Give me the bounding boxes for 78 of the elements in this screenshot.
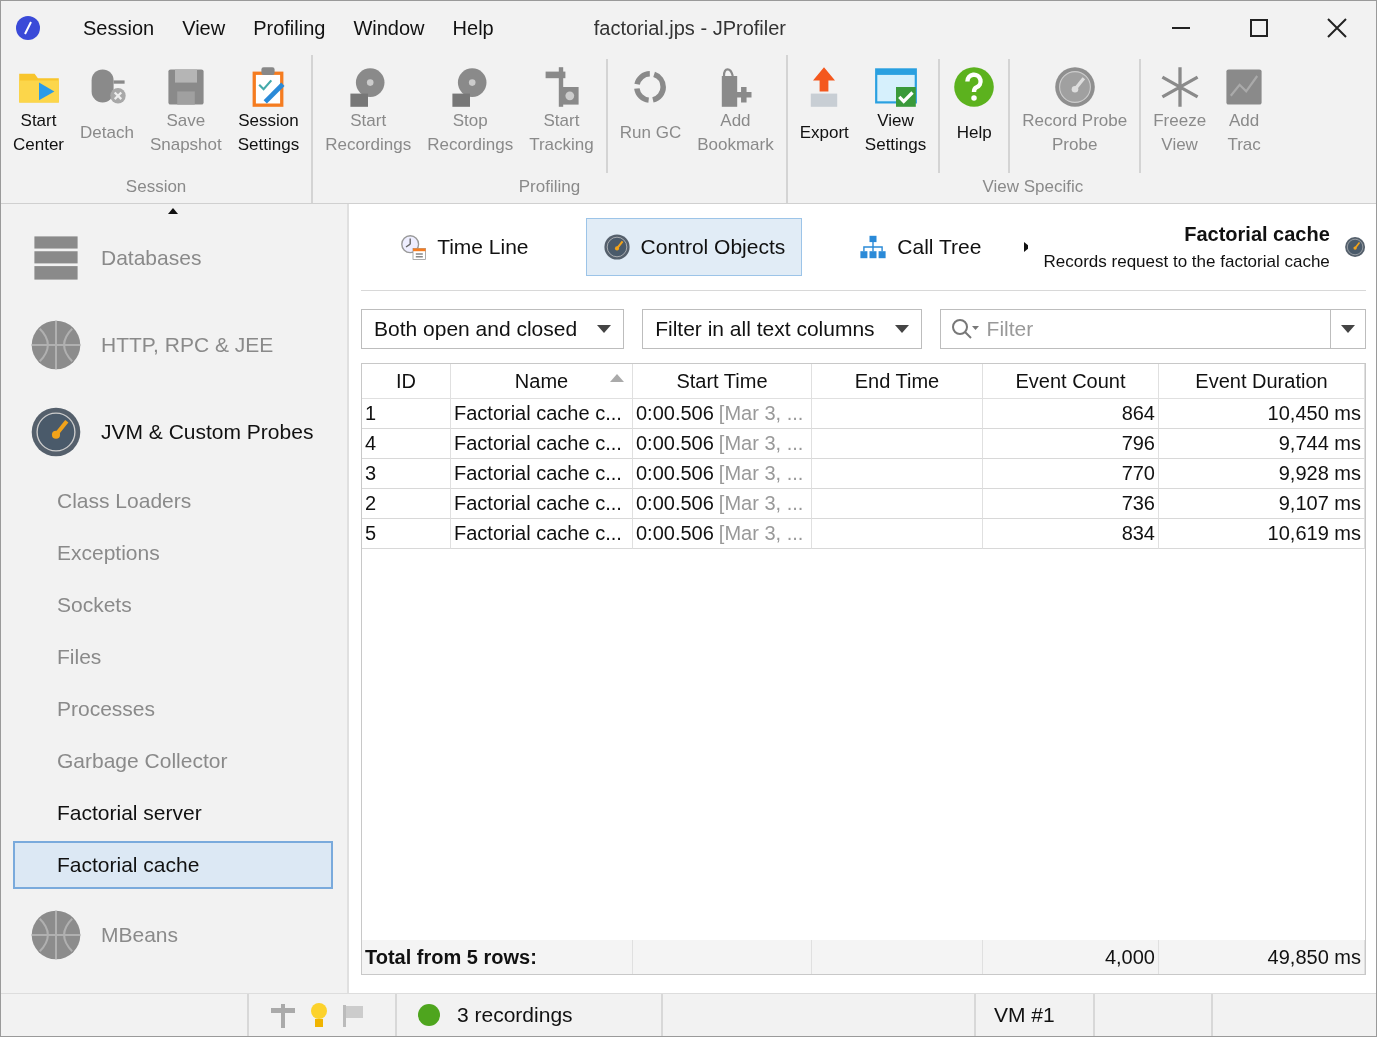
gauge-icon xyxy=(602,233,631,261)
menu-item[interactable]: Window xyxy=(339,16,439,40)
table-cell: 2 xyxy=(362,489,451,519)
table-cell: 4 xyxy=(362,429,451,459)
column-header[interactable]: Event Count xyxy=(983,364,1159,399)
caret-icon xyxy=(597,325,612,333)
table-cell: 0:00.506 [Mar 3, ... xyxy=(633,429,812,459)
app-logo-icon xyxy=(15,15,41,41)
close-icon[interactable] xyxy=(1327,18,1347,38)
table-cell: Factorial cache c... xyxy=(451,429,633,459)
group-label: Session xyxy=(124,177,188,198)
caret-icon xyxy=(1341,325,1355,333)
table-cell: 864 xyxy=(983,399,1159,429)
menu-item[interactable]: Session xyxy=(69,16,169,40)
column-header[interactable]: Event Duration xyxy=(1159,364,1365,399)
menu-item[interactable]: Help xyxy=(438,16,508,40)
table-cell: 0:00.506 [Mar 3, ... xyxy=(633,519,812,549)
column-header[interactable]: Name xyxy=(451,364,633,399)
help-icon xyxy=(952,65,997,109)
table-cell: 0:00.506 [Mar 3, ... xyxy=(633,399,812,429)
caret-icon xyxy=(894,325,909,333)
window-title: factorial.jps - JProfiler xyxy=(593,16,787,40)
table-cell: Factorial cache c... xyxy=(451,399,633,429)
caret-icon[interactable] xyxy=(1024,242,1028,252)
table-cell: 10,450 ms xyxy=(1159,399,1365,429)
table-cell: Factorial cache c... xyxy=(451,489,633,519)
probe-description: Records request to the factorial cache xyxy=(1043,251,1330,272)
toolbar-button[interactable]: Start Center xyxy=(5,59,73,173)
total-label: Total from 5 rows: xyxy=(362,940,633,974)
vm-label: VM #1 xyxy=(994,1003,1055,1027)
gauge-icon xyxy=(1052,65,1097,109)
table-cell: 796 xyxy=(983,429,1159,459)
total-cell: 4,000 xyxy=(983,940,1159,974)
sidebar-category[interactable]: JVM & Custom Probes xyxy=(13,388,333,475)
toolbar-button[interactable]: View Settings xyxy=(856,59,935,173)
table-cell: 770 xyxy=(983,459,1159,489)
table-cell: 5 xyxy=(362,519,451,549)
column-header[interactable]: End Time xyxy=(812,364,983,399)
toolbar-button[interactable]: Export xyxy=(791,59,857,173)
table-cell: 834 xyxy=(983,519,1159,549)
view-tab[interactable]: Call Tree xyxy=(842,218,999,276)
table-cell: 736 xyxy=(983,489,1159,519)
table-cell: 9,107 ms xyxy=(1159,489,1365,519)
state-dropdown[interactable]: Both open and closed xyxy=(361,309,625,349)
search-icon xyxy=(950,318,981,340)
table-cell: 3 xyxy=(362,459,451,489)
scroll-up-icon[interactable] xyxy=(168,208,178,214)
toolbar-button[interactable]: Help xyxy=(944,59,1005,173)
group-label: View Specific xyxy=(981,177,1085,198)
menu-item[interactable]: Profiling xyxy=(239,16,340,40)
table-cell: Factorial cache c... xyxy=(451,519,633,549)
sidebar-item[interactable]: Factorial server xyxy=(13,789,333,837)
clock-calendar-icon xyxy=(399,233,428,261)
sort-ascending-icon xyxy=(610,374,624,382)
status-dot-icon xyxy=(417,1003,441,1027)
sidebar-item[interactable]: Factorial cache xyxy=(13,841,333,889)
recordings-count: 3 recordings xyxy=(457,1003,573,1027)
total-cell: 49,850 ms xyxy=(1159,940,1365,974)
table-cell: 9,744 ms xyxy=(1159,429,1365,459)
table-cell: 10,619 ms xyxy=(1159,519,1365,549)
table-cell: 1 xyxy=(362,399,451,429)
hierarchy-icon xyxy=(859,233,888,261)
view-tab[interactable]: Control Objects xyxy=(585,218,803,276)
toolbar-button[interactable]: Session Settings xyxy=(229,59,308,173)
group-label: Profiling xyxy=(517,177,582,198)
column-header[interactable]: ID xyxy=(362,364,451,399)
view-tab[interactable]: Time Line xyxy=(382,218,546,276)
search-field[interactable]: Filter xyxy=(939,309,1366,349)
table-cell: Factorial cache c... xyxy=(451,459,633,489)
column-header[interactable]: Start Time xyxy=(633,364,812,399)
menu-item[interactable]: View xyxy=(168,16,240,40)
column-filter-dropdown[interactable]: Filter in all text columns xyxy=(642,309,922,349)
window-checkmark-icon xyxy=(873,65,918,109)
maximize-icon[interactable] xyxy=(1250,19,1268,37)
table-cell: 0:00.506 [Mar 3, ... xyxy=(633,489,812,519)
table-cell: 0:00.506 [Mar 3, ... xyxy=(633,459,812,489)
probe-title: Factorial cache xyxy=(1183,222,1330,246)
table-cell: 9,928 ms xyxy=(1159,459,1365,489)
